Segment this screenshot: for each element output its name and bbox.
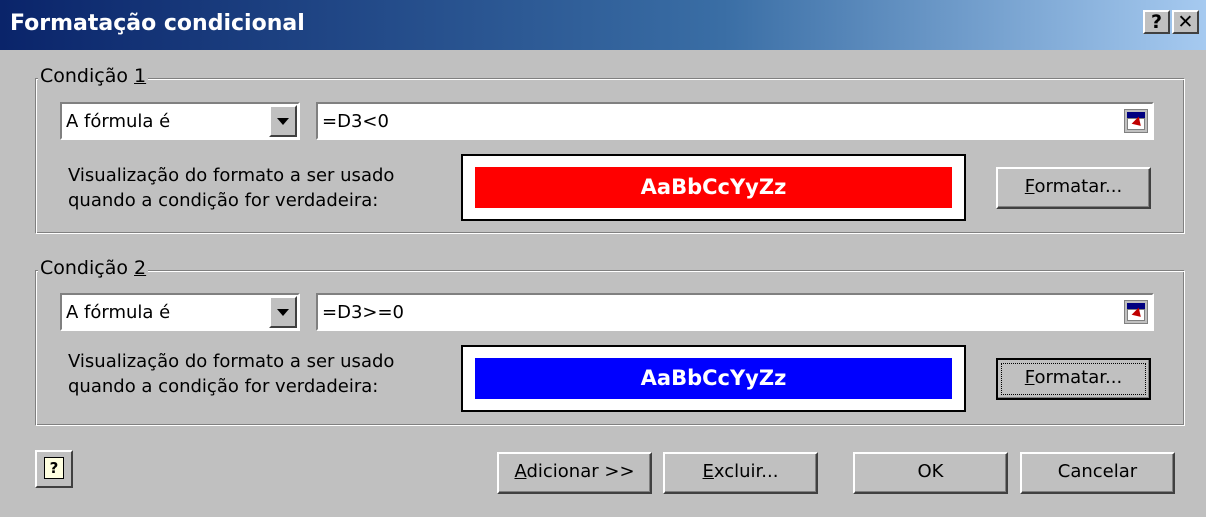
- delete-button[interactable]: Excluir...: [663, 452, 818, 494]
- condition-1-formula-value: =D3<0: [322, 111, 389, 132]
- title-bar: Formatação condicional ? ✕: [0, 0, 1206, 50]
- condition-1-preview-label: Visualização do formato a ser usado quan…: [68, 165, 395, 211]
- chevron-down-icon[interactable]: [269, 296, 297, 328]
- help-icon: ?: [44, 457, 64, 479]
- collapse-dialog-icon[interactable]: [1124, 300, 1148, 324]
- condition-1-group: Condição 1 A fórmula é =D3<0 Visualizaçã…: [35, 65, 1185, 234]
- cancel-button[interactable]: Cancelar: [1020, 452, 1175, 494]
- condition-2-preview: AaBbCcYyZz: [461, 345, 966, 412]
- condition-2-formula-value: =D3>=0: [322, 302, 405, 323]
- condition-1-preview: AaBbCcYyZz: [461, 154, 966, 221]
- condition-1-format-button[interactable]: Formatar...: [996, 167, 1151, 209]
- context-help-button[interactable]: ?: [35, 450, 73, 488]
- condition-1-operator-select[interactable]: A fórmula é: [60, 102, 300, 140]
- condition-1-preview-swatch: AaBbCcYyZz: [475, 167, 952, 208]
- condition-2-operator-select[interactable]: A fórmula é: [60, 293, 300, 331]
- close-button[interactable]: ✕: [1172, 10, 1199, 34]
- collapse-dialog-icon[interactable]: [1124, 109, 1148, 133]
- condition-2-legend: Condição 2: [38, 257, 149, 279]
- condition-2-preview-label: Visualização do formato a ser usado quan…: [68, 351, 395, 397]
- ok-button[interactable]: OK: [853, 452, 1008, 494]
- chevron-down-icon[interactable]: [269, 105, 297, 137]
- condition-1-legend: Condição 1: [38, 65, 149, 87]
- condition-2-formula-input[interactable]: =D3>=0: [316, 293, 1154, 331]
- condition-1-formula-input[interactable]: =D3<0: [316, 102, 1154, 140]
- title-help-button[interactable]: ?: [1143, 10, 1170, 34]
- add-button[interactable]: Adicionar >>: [497, 452, 652, 494]
- condition-2-preview-swatch: AaBbCcYyZz: [475, 358, 952, 399]
- condition-2-operator-value: A fórmula é: [66, 302, 171, 323]
- condition-1-operator-value: A fórmula é: [66, 111, 171, 132]
- condition-2-group: Condição 2 A fórmula é =D3>=0 Visualizaç…: [35, 257, 1185, 426]
- window-title: Formatação condicional: [10, 11, 305, 36]
- condition-2-format-button[interactable]: Formatar...: [996, 358, 1151, 400]
